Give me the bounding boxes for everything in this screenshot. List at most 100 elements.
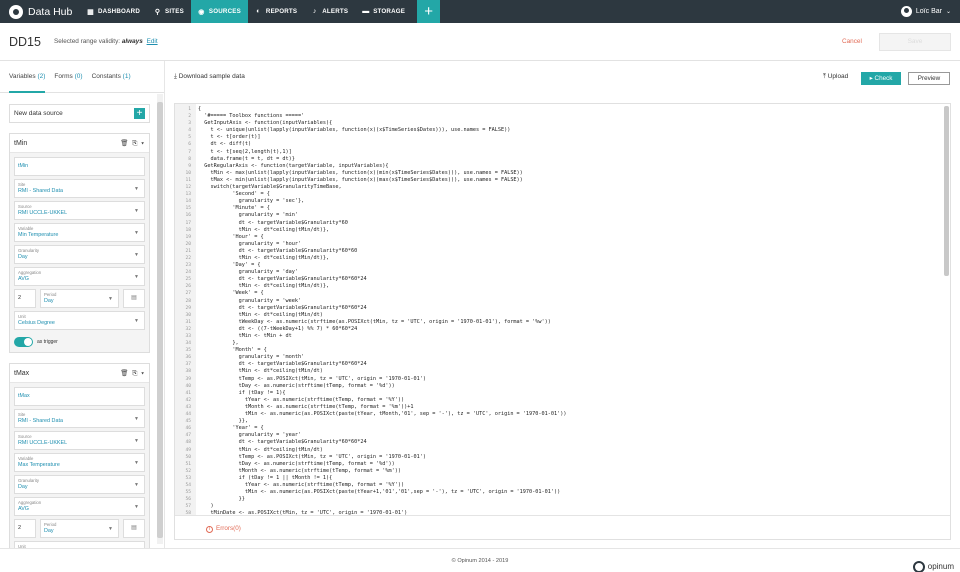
select-site[interactable]: Site RMI - Shared Data ▼: [14, 179, 145, 198]
code-text: '#===== Toolbox functions =====': [198, 113, 308, 120]
select-aggregation[interactable]: Aggregation AVG ▼: [14, 267, 145, 286]
code-text: }}: [198, 496, 245, 503]
nav-item-alerts[interactable]: ♪ ALERTS: [304, 0, 355, 23]
editor-scrollbar-thumb[interactable]: [944, 106, 949, 276]
code-text: tMonth <- as.numeric(strftime(tTemp, for…: [198, 403, 414, 410]
chevron-down-icon: ▼: [134, 504, 139, 510]
code-text: t <- unique(unlist(lapply(inputVariables…: [198, 127, 511, 134]
period-select[interactable]: Period Day ▼: [40, 289, 119, 308]
sidebar-scrollbar-thumb[interactable]: [157, 102, 163, 538]
nav-item-dashboard[interactable]: ▦ DASHBOARD: [80, 0, 147, 23]
select-variable[interactable]: Variable Min Temperature ▼: [14, 223, 145, 242]
nav-label: STORAGE: [373, 8, 406, 15]
line-number: 52: [185, 468, 191, 474]
calendar-icon[interactable]: ▤: [123, 289, 145, 308]
code-editor[interactable]: 1{2 '#===== Toolbox functions =====' 3 G…: [174, 103, 951, 540]
code-line: 17 dt <- targetVariable$Granularity*60: [175, 220, 952, 227]
tab-variables[interactable]: Variables (2): [9, 61, 46, 93]
field-value: RMI UCCLE-UKKEL: [18, 440, 68, 446]
nav-item-reports[interactable]: ◐ REPORTS: [248, 0, 304, 23]
select-unit[interactable]: Unit Celsius Degree ▼: [14, 311, 145, 330]
field-value: AVG: [18, 276, 29, 282]
trigger-toggle[interactable]: [14, 336, 33, 347]
errors-panel[interactable]: i Errors(0): [175, 515, 950, 539]
user-menu[interactable]: Loïc Bar ⌄: [900, 0, 951, 23]
field-value: Day: [44, 298, 54, 304]
brand[interactable]: Data Hub: [0, 0, 80, 23]
select-source[interactable]: Source RMI UCCLE-UKKEL ▼: [14, 431, 145, 450]
card-actions-icon[interactable]: 🗑 ⎘ ▾: [120, 369, 145, 378]
line-number: 11: [185, 177, 191, 183]
code-line: 33 tMin <- tMin + dt: [175, 333, 952, 340]
select-granularity[interactable]: Granularity Day ▼: [14, 245, 145, 264]
sidebar-tabs: Variables (2) Forms (0) Constants (1): [0, 61, 164, 93]
field-value: Min Temperature: [18, 232, 59, 238]
code-line: 45 }},: [175, 418, 952, 425]
user-name: Loïc Bar: [915, 8, 942, 15]
tab-label: Variables: [9, 72, 36, 80]
edit-validity-link[interactable]: Edit: [147, 38, 158, 45]
add-button[interactable]: +: [417, 0, 441, 23]
select-granularity[interactable]: Granularity Day ▼: [14, 475, 145, 494]
upload-button[interactable]: ⤒ Upload: [823, 73, 848, 81]
nav-item-sites[interactable]: ⚲ SITES: [147, 0, 191, 23]
select-source[interactable]: Source RMI UCCLE-UKKEL ▼: [14, 201, 145, 220]
pin-icon: ⚲: [154, 8, 161, 16]
cancel-button[interactable]: Cancel: [842, 38, 862, 45]
copyright: © Opinum 2014 - 2019: [451, 558, 509, 564]
field-value: Max Temperature: [18, 462, 60, 468]
tab-constants[interactable]: Constants (1): [92, 61, 131, 93]
top-navigation-bar: Data Hub ▦ DASHBOARD ⚲ SITES ◉ SOURCES ◐ REPORT…: [0, 0, 960, 23]
line-number: 44: [185, 412, 191, 418]
select-aggregation[interactable]: Aggregation AVG ▼: [14, 497, 145, 516]
code-line: 19 'Hour' = {: [175, 234, 952, 241]
code-text: tYear <- as.numeric(strftime(tTemp, form…: [198, 396, 405, 403]
nav-item-storage[interactable]: ▬ STORAGE: [355, 0, 412, 23]
code-line: 48 dt <- targetVariable$Granularity*60*6…: [175, 439, 952, 446]
sidebar-scrollbar[interactable]: [157, 94, 163, 544]
line-number: 6: [188, 142, 191, 148]
check-label: Check: [874, 75, 893, 82]
opinum-logo-icon: [912, 561, 925, 572]
period-select[interactable]: Period Day ▼: [40, 519, 119, 538]
editor-scrollbar[interactable]: [944, 106, 949, 514]
code-line: 2 '#===== Toolbox functions =====': [175, 113, 952, 120]
card-actions-icon[interactable]: 🗑 ⎘ ▾: [120, 139, 145, 148]
code-line: 18 tMin <- dt*ceiling(tMin/dt)},: [175, 227, 952, 234]
code-line: 36 granularity = 'month': [175, 354, 952, 361]
code-line: 5 t <- t[order(t)]: [175, 134, 952, 141]
check-button[interactable]: ▸ Check: [861, 72, 901, 85]
code-line: 51 tDay <- as.numeric(strftime(tTemp, fo…: [175, 461, 952, 468]
calendar-icon[interactable]: ▤: [123, 519, 145, 538]
upload-label: Upload: [827, 73, 849, 80]
nav-item-sources[interactable]: ◉ SOURCES: [190, 0, 248, 23]
line-number: 30: [185, 312, 191, 318]
code-text: granularity = 'hour': [198, 240, 302, 247]
preview-button[interactable]: Preview: [908, 72, 950, 85]
grid-icon: ▦: [87, 8, 94, 16]
line-number: 21: [185, 248, 191, 254]
code-text: tMin <- dt*ceiling(tMin/dt)},: [198, 283, 330, 290]
period-number-input[interactable]: 2: [14, 289, 36, 308]
code-text: granularity = 'day': [198, 269, 298, 276]
code-text: tMin <- dt*ceiling(tMin/dt): [198, 446, 323, 453]
code-text: 'Month' = {: [198, 347, 267, 354]
code-line: 37 dt <- targetVariable$Granularity*60*6…: [175, 361, 952, 368]
select-unit[interactable]: Unit▼: [14, 541, 145, 548]
download-label: Download sample data: [178, 73, 245, 80]
add-data-source-button[interactable]: +: [134, 108, 145, 119]
select-site[interactable]: Site RMI - Shared Data ▼: [14, 409, 145, 428]
code-text: granularity = 'month': [198, 354, 305, 361]
code-text: granularity = 'min': [198, 212, 298, 219]
avatar-icon: [900, 6, 912, 17]
period-number-input[interactable]: 2: [14, 519, 36, 538]
code-lines[interactable]: 1{2 '#===== Toolbox functions =====' 3 G…: [175, 106, 952, 517]
chevron-down-icon: ▼: [134, 186, 139, 192]
download-sample-link[interactable]: ⤓ Download sample data: [174, 73, 245, 81]
variable-name-field[interactable]: tMax: [14, 387, 145, 406]
variable-name-field[interactable]: tMin: [14, 157, 145, 176]
select-variable[interactable]: Variable Max Temperature ▼: [14, 453, 145, 472]
code-text: data.frame(t = t, dt = dt)}: [198, 155, 295, 162]
tab-forms[interactable]: Forms (0): [54, 61, 82, 93]
save-button[interactable]: Save: [879, 33, 951, 51]
